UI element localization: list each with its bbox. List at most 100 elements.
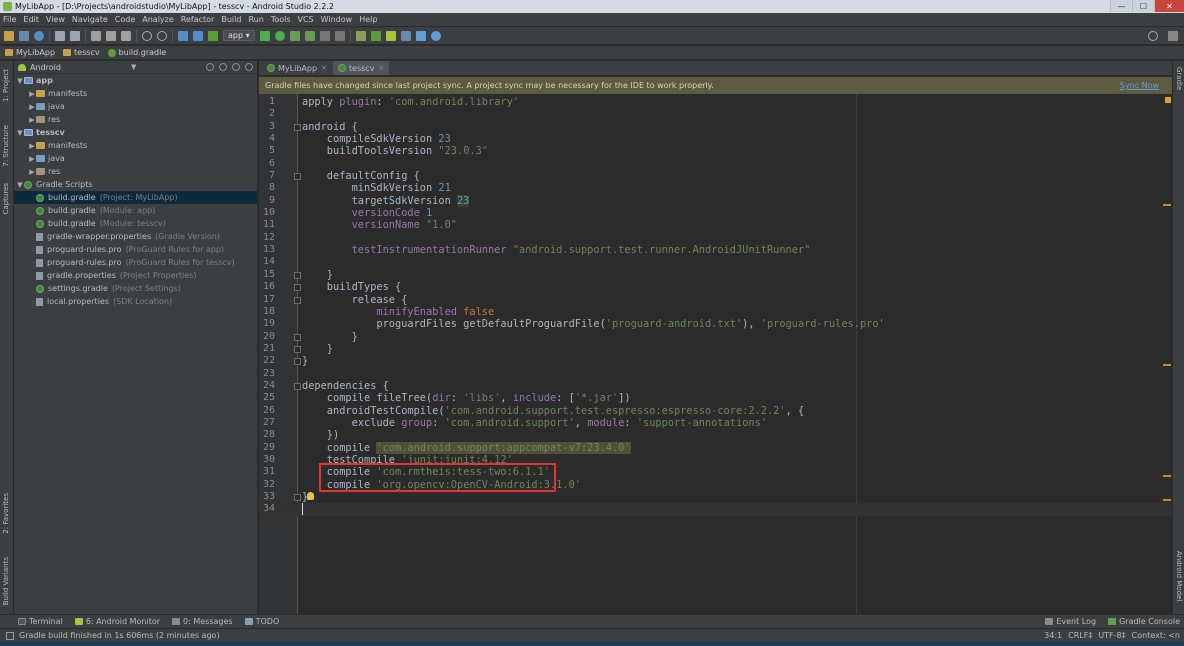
code-line[interactable]: 17 release { <box>259 294 1172 306</box>
hide-panel-icon[interactable] <box>245 63 253 71</box>
avd-manager-icon[interactable] <box>355 30 366 41</box>
fold-marker-icon[interactable] <box>294 284 301 292</box>
menu-window[interactable]: Window <box>321 15 353 24</box>
tree-item[interactable]: ▶ manifests <box>14 139 257 152</box>
coverage-icon[interactable] <box>304 30 315 41</box>
code-line[interactable]: 7 defaultConfig { <box>259 170 1172 182</box>
lightbulb-icon[interactable] <box>307 492 314 500</box>
code-line[interactable]: 20 } <box>259 331 1172 343</box>
fold-marker-icon[interactable] <box>294 173 301 181</box>
project-structure-icon[interactable] <box>400 30 411 41</box>
run-icon[interactable] <box>259 30 270 41</box>
tab-tesscv[interactable]: tesscv × <box>332 61 390 75</box>
tree-item[interactable]: ▶ java <box>14 100 257 113</box>
tree-item[interactable]: proguard-rules.pro (ProGuard Rules for ap… <box>14 243 257 256</box>
code-area[interactable]: 1 apply plugin: 'com.android.library' 2 3 an… <box>259 96 1172 516</box>
menu-vcs[interactable]: VCS <box>298 15 314 24</box>
menu-analyze[interactable]: Analyze <box>142 15 174 24</box>
search-everywhere-icon[interactable] <box>1148 31 1158 41</box>
collapsed-arrow-icon[interactable]: ▶ <box>28 142 36 150</box>
code-line[interactable]: 1 apply plugin: 'com.android.library' <box>259 96 1172 108</box>
sync-now-link[interactable]: Sync Now <box>1120 81 1159 90</box>
code-line[interactable]: 2 <box>259 108 1172 120</box>
fold-marker-icon[interactable] <box>294 382 301 390</box>
android-monitor-tool-button[interactable]: 6: Android Monitor <box>74 617 160 626</box>
code-line[interactable]: 34 <box>259 503 1172 516</box>
expanded-arrow-icon[interactable]: ▼ <box>16 129 24 137</box>
gradle-console-tool-button[interactable]: Gradle Console <box>1108 617 1180 626</box>
fold-marker-icon[interactable] <box>294 271 301 279</box>
close-tab-icon[interactable]: × <box>321 64 327 72</box>
code-line[interactable]: 6 <box>259 158 1172 170</box>
code-line[interactable]: 8 minSdkVersion 21 <box>259 182 1172 194</box>
error-stripe-mark[interactable] <box>1163 364 1171 366</box>
fold-marker-icon[interactable] <box>294 333 301 341</box>
captures-tool-tab[interactable]: Captures <box>2 183 10 214</box>
sdk-manager-icon[interactable] <box>385 30 396 41</box>
tree-item[interactable]: build.gradle (Project: MyLibApp) <box>14 191 257 204</box>
toggle-tool-windows-icon[interactable] <box>6 631 14 640</box>
undo-icon[interactable] <box>55 30 65 41</box>
caret-position[interactable]: 34:1 <box>1044 631 1062 640</box>
code-line[interactable]: 15 } <box>259 269 1172 281</box>
code-line[interactable]: 18 minifyEnabled false <box>259 306 1172 318</box>
context-indicator[interactable]: Context: <n <box>1132 631 1180 640</box>
menu-code[interactable]: Code <box>115 15 135 24</box>
tree-item[interactable]: gradle-wrapper.properties (Gradle Version… <box>14 230 257 243</box>
copy-icon[interactable] <box>106 30 116 41</box>
collapsed-arrow-icon[interactable]: ▶ <box>28 155 36 163</box>
project-tool-tab[interactable]: 1: Project <box>2 69 10 102</box>
menu-navigate[interactable]: Navigate <box>72 15 108 24</box>
cut-icon[interactable] <box>91 30 101 41</box>
expanded-arrow-icon[interactable]: ▼ <box>16 77 24 85</box>
minimize-button[interactable]: — <box>1110 0 1132 12</box>
project-view-select[interactable]: Android <box>30 63 61 72</box>
line-separator[interactable]: CRLF‡ <box>1068 631 1092 640</box>
file-encoding[interactable]: UTF-8‡ <box>1098 631 1125 640</box>
debug-icon[interactable] <box>274 30 285 41</box>
tree-item[interactable]: ▶ res <box>14 165 257 178</box>
menu-view[interactable]: View <box>46 15 65 24</box>
tree-item[interactable]: build.gradle (Module: tesscv) <box>14 217 257 230</box>
code-line[interactable]: 29 compile 'com.android.support:appcompa… <box>259 441 1172 454</box>
ide-settings-icon[interactable] <box>1168 31 1178 41</box>
tree-item[interactable]: ▼ Gradle Scripts <box>14 178 257 191</box>
build-variants-tool-tab[interactable]: Build Variants <box>2 557 10 605</box>
tree-item[interactable]: proguard-rules.pro (ProGuard Rules for te… <box>14 256 257 269</box>
paste-icon[interactable] <box>121 30 131 41</box>
android-device-monitor-icon[interactable] <box>415 30 426 41</box>
tree-item[interactable]: gradle.properties (Project Properties) <box>14 269 257 282</box>
code-line[interactable]: 22} <box>259 355 1172 367</box>
tree-item[interactable]: ▶ res <box>14 113 257 126</box>
find-icon[interactable] <box>142 30 152 41</box>
gear-icon[interactable] <box>232 63 240 71</box>
back-icon[interactable] <box>178 30 188 41</box>
code-line[interactable]: 23 <box>259 368 1172 380</box>
menu-refactor[interactable]: Refactor <box>181 15 215 24</box>
tree-item[interactable]: ▶ java <box>14 152 257 165</box>
code-line[interactable]: 27 exclude group: 'com.android.support',… <box>259 417 1172 429</box>
breadcrumb-project[interactable]: MyLibApp <box>5 48 55 57</box>
code-line[interactable]: 3 android { <box>259 121 1172 133</box>
gradle-sync-icon[interactable] <box>370 30 381 41</box>
code-line[interactable]: 10 versionCode 1 <box>259 207 1172 219</box>
tree-item[interactable]: ▼ app <box>14 74 257 87</box>
collapsed-arrow-icon[interactable]: ▶ <box>28 90 36 98</box>
fold-marker-icon[interactable] <box>294 123 301 131</box>
tree-item[interactable]: local.properties (SDK Location) <box>14 295 257 308</box>
breadcrumb-module[interactable]: tesscv <box>63 48 100 57</box>
run-config-select[interactable]: app ▾ <box>223 30 255 41</box>
fold-marker-icon[interactable] <box>294 358 301 366</box>
code-line[interactable]: 33} <box>259 491 1172 503</box>
code-line[interactable]: 4 compileSdkVersion 23 <box>259 133 1172 145</box>
favorites-tool-tab[interactable]: 2: Favorites <box>2 493 10 534</box>
error-stripe-mark[interactable] <box>1163 499 1171 501</box>
code-line[interactable]: 16 buildTypes { <box>259 281 1172 293</box>
menu-run[interactable]: Run <box>248 15 263 24</box>
chevron-down-icon[interactable]: ▼ <box>131 63 136 71</box>
code-line[interactable]: 11 versionName "1.0" <box>259 219 1172 231</box>
code-line[interactable]: 5 buildToolsVersion "23.0.3" <box>259 145 1172 157</box>
menu-help[interactable]: Help <box>359 15 377 24</box>
menu-file[interactable]: File <box>3 15 16 24</box>
tree-item[interactable]: ▶ manifests <box>14 87 257 100</box>
